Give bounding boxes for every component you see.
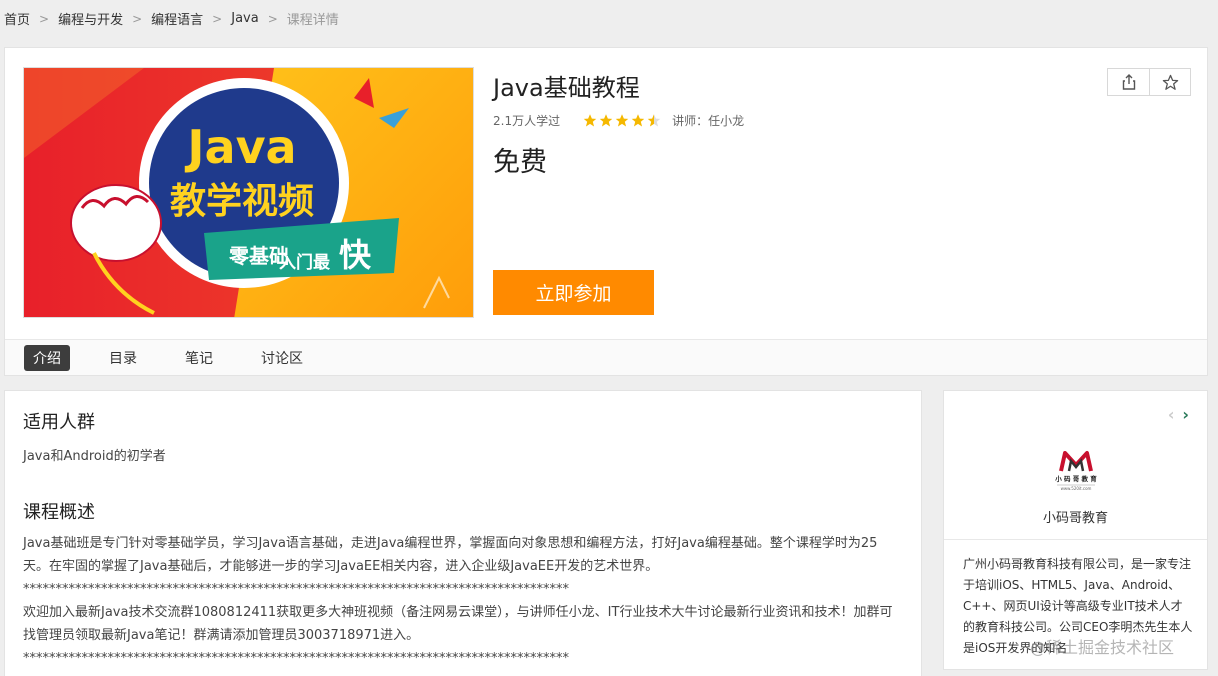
- favorite-button[interactable]: [1149, 69, 1190, 95]
- audience-text: Java和Android的初学者: [23, 449, 166, 464]
- breadcrumb: 首页 > 编程与开发 > 编程语言 > Java > 课程详情: [4, 9, 339, 28]
- breadcrumb-topic[interactable]: Java: [231, 11, 258, 26]
- org-logo[interactable]: 小 码 哥 教 育 www.520it.com: [1047, 449, 1105, 493]
- cover-video-text: 教学视频: [170, 180, 314, 222]
- organization-card: ‹ › 小 码 哥 教 育 www.520it.com 小码哥教育 广州小码哥教…: [943, 390, 1208, 670]
- overview-title: 课程概述: [23, 502, 95, 523]
- tab-intro[interactable]: 介绍: [24, 344, 70, 371]
- course-meta: 2.1万人学过 讲师：任小龙: [493, 112, 744, 129]
- chevron-right-icon: >: [267, 11, 278, 26]
- overview-separator: ****************************************…: [23, 651, 569, 666]
- learner-count: 2.1万人学过: [493, 114, 561, 128]
- course-actions: [1107, 68, 1191, 96]
- rating-star-icon: [647, 114, 661, 127]
- course-header-card: Java 教学视频 零基础 入门最 快 Java基础教程 2.1万人学过 讲师：…: [4, 47, 1208, 376]
- share-button[interactable]: [1108, 69, 1149, 95]
- rating-star-icon: [599, 114, 613, 127]
- tab-discussion[interactable]: 讨论区: [252, 345, 312, 371]
- course-price: 免费: [493, 147, 547, 178]
- star-icon: [1162, 74, 1178, 90]
- breadcrumb-home[interactable]: 首页: [4, 9, 30, 28]
- audience-title: 适用人群: [23, 412, 95, 433]
- rating-star-icon: [615, 114, 629, 127]
- instructor-label[interactable]: 讲师：任小龙: [672, 112, 744, 129]
- chevron-left-icon[interactable]: ‹: [1168, 405, 1175, 424]
- chevron-right-icon: >: [132, 11, 143, 26]
- course-tabs: 介绍 目录 笔记 讨论区: [5, 339, 1207, 375]
- tab-catalog[interactable]: 目录: [100, 345, 146, 371]
- breadcrumb-category[interactable]: 编程与开发: [58, 9, 123, 28]
- breadcrumb-current: 课程详情: [286, 13, 339, 28]
- overview-body: Java基础班是专门针对零基础学员，学习Java语言基础，走进Java编程世界，…: [23, 532, 903, 670]
- watermark: @稀土掘金技术社区: [1030, 638, 1175, 657]
- cover-slogan-b: 入门最: [279, 252, 331, 273]
- breadcrumb-subcategory[interactable]: 编程语言: [151, 9, 203, 28]
- rating-stars: [582, 113, 662, 128]
- chevron-right-icon: >: [212, 11, 223, 26]
- logo-subtext: www.520it.com: [1061, 486, 1092, 491]
- rating-star-icon: [631, 114, 645, 127]
- divider: [944, 539, 1207, 540]
- org-name[interactable]: 小码哥教育: [944, 507, 1207, 526]
- join-course-button[interactable]: 立即参加: [493, 270, 654, 315]
- rating-star-icon: [583, 114, 597, 127]
- course-intro-panel: 适用人群 Java和Android的初学者 课程概述 Java基础班是专门针对零…: [4, 390, 922, 676]
- course-cover-image[interactable]: Java 教学视频 零基础 入门最 快: [23, 67, 474, 318]
- course-title: Java基础教程: [493, 74, 640, 102]
- logo-text: 小 码 哥 教 育: [1054, 474, 1097, 483]
- overview-separator: ****************************************…: [23, 582, 569, 597]
- tab-notes[interactable]: 笔记: [176, 345, 222, 371]
- chevron-right-icon[interactable]: ›: [1182, 405, 1189, 424]
- overview-paragraph: Java基础班是专门针对零基础学员，学习Java语言基础，走进Java编程世界，…: [23, 536, 878, 574]
- cover-slogan-c: 快: [339, 236, 372, 274]
- overview-paragraph: 欢迎加入最新Java技术交流群1080812411获取更多大神班视频（备注网易云…: [23, 605, 893, 643]
- cover-java-text: Java: [184, 120, 296, 174]
- org-carousel-nav: ‹ ›: [1168, 405, 1189, 424]
- share-icon: [1122, 74, 1135, 90]
- chevron-right-icon: >: [39, 11, 50, 26]
